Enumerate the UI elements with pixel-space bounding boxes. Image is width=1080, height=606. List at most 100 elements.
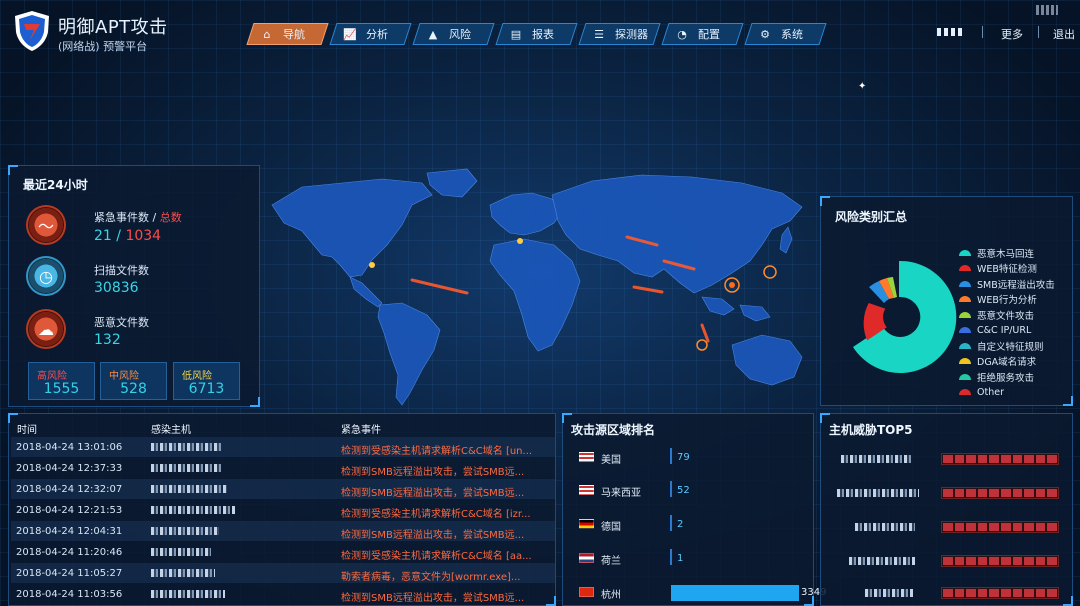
nav-label: 风险 — [449, 28, 471, 41]
list-item[interactable] — [835, 452, 1065, 468]
watermark — [1036, 5, 1058, 15]
legend-item[interactable]: DGA域名请求 — [959, 354, 1055, 370]
events-panel: 时间 感染主机 紧急事件 2018-04-24 13:01:06 检测到受感染主机… — [8, 413, 556, 606]
masked-host — [865, 589, 913, 597]
scan-label: 扫描文件数 — [94, 264, 149, 277]
summary-title: 最近24小时 — [23, 178, 88, 192]
list-item[interactable]: 杭州 3349 — [579, 583, 826, 603]
masked-host — [855, 523, 915, 531]
risk-summary-panel: 风险类别汇总 恶意木马回连 WEB特征检测 SMB远程溢出攻击 WEB行为分析 … — [820, 196, 1073, 406]
legend-item[interactable]: 恶意木马回连 — [959, 245, 1055, 261]
masked-host — [151, 527, 219, 535]
legend-item[interactable]: WEB特征检测 — [959, 261, 1055, 277]
list-item[interactable]: 马来西亚 52 — [579, 481, 819, 501]
low-risk-box[interactable]: 低风险 6713 — [173, 362, 240, 400]
list-item[interactable] — [835, 586, 1065, 602]
nav-item-config[interactable]: ◔ 配置 — [661, 23, 744, 45]
masked-host — [841, 455, 913, 463]
list-item[interactable] — [835, 554, 1065, 570]
list-item[interactable]: 美国 79 — [579, 448, 819, 468]
nav-item-risk[interactable]: ▲ 风险 — [412, 23, 495, 45]
medium-risk-box[interactable]: 中风险 528 — [100, 362, 167, 400]
chart-icon: 📈 — [343, 27, 357, 41]
app-subtitle: (网络战) 预警平台 — [58, 40, 148, 53]
warning-icon: ▲ — [428, 27, 438, 41]
masked-host — [151, 443, 223, 451]
nav-item-report[interactable]: ▤ 报表 — [495, 23, 578, 45]
logout-link[interactable]: 退出 — [1053, 26, 1075, 42]
events-table-body: 2018-04-24 13:01:06 检测到受感染主机请求解析C&C域名 [un… — [11, 437, 555, 605]
threat-bar — [941, 587, 1059, 599]
table-row[interactable]: 2018-04-24 12:04:31 检测到SMB远程溢出攻击，尝试SMB远..… — [11, 521, 555, 541]
masked-host — [151, 569, 215, 577]
nav-item-navigation[interactable]: ⌂ 导航 — [246, 23, 329, 45]
gear-icon: ⚙ — [760, 27, 770, 41]
low-risk-value: 6713 — [188, 381, 225, 397]
us-flag-icon — [579, 452, 594, 462]
table-row[interactable]: 2018-04-24 11:05:27 勒索者病毒，恶意文件为[wormr.exe… — [11, 563, 555, 583]
virus-icon: ☁ — [26, 309, 66, 349]
masked-host — [151, 548, 211, 556]
list-item[interactable]: 荷兰 1 — [579, 549, 819, 569]
legend-item[interactable]: 拒绝服务攻击 — [959, 369, 1055, 385]
low-risk-label: 低风险 — [182, 371, 212, 382]
gauge-icon: ◷ — [26, 256, 66, 296]
app-title: 明御APT攻击 — [58, 17, 168, 38]
masked-host — [151, 506, 235, 514]
high-risk-box[interactable]: 高风险 1555 — [28, 362, 95, 400]
table-row[interactable]: 2018-04-24 12:37:33 检测到SMB远程溢出攻击，尝试SMB远..… — [11, 458, 555, 478]
nl-flag-icon — [579, 553, 594, 563]
masked-host — [151, 590, 225, 598]
my-flag-icon — [579, 485, 594, 495]
scan-count: 30836 — [94, 280, 139, 296]
nav-label: 分析 — [366, 28, 388, 41]
pie-icon: ◔ — [677, 27, 687, 41]
more-link[interactable]: 更多 — [1001, 26, 1023, 42]
main-nav: ⌂ 导航 📈 分析 ▲ 风险 ▤ 报表 ☰ 探测器 ◔ 配置 ⚙ 系统 — [246, 23, 827, 45]
table-row[interactable]: 2018-04-24 11:03:56 检测到SMB远程溢出攻击，尝试SMB远..… — [11, 584, 555, 604]
col-host: 感染主机 — [151, 425, 191, 436]
nav-item-detector[interactable]: ☰ 探测器 — [578, 23, 661, 45]
header: 明御APT攻击 (网络战) 预警平台 ⌂ 导航 📈 分析 ▲ 风险 ▤ 报表 ☰… — [0, 0, 1080, 66]
col-time: 时间 — [17, 425, 37, 436]
masked-host — [837, 489, 919, 497]
legend-item[interactable]: WEB行为分析 — [959, 292, 1055, 308]
legend-item[interactable]: 自定义特征规则 — [959, 338, 1055, 354]
risk-summary-title: 风险类别汇总 — [835, 210, 908, 224]
events-table-header: 时间 感染主机 紧急事件 — [9, 418, 555, 436]
sliders-icon: ☰ — [594, 27, 604, 41]
nav-item-system[interactable]: ⚙ 系统 — [744, 23, 827, 45]
source-ranking-title: 攻击源区域排名 — [571, 423, 656, 437]
urgent-count: 21 / 1034 — [94, 228, 162, 244]
pulse-icon: 〜 — [26, 205, 66, 245]
home-icon: ⌂ — [263, 27, 271, 41]
masked-host — [151, 464, 221, 472]
risk-donut-chart — [853, 260, 957, 373]
medium-risk-value: 528 — [120, 381, 147, 397]
threat-bar — [941, 453, 1059, 465]
table-row[interactable]: 2018-04-24 12:32:07 检测到SMB远程溢出攻击，尝试SMB远..… — [11, 479, 555, 499]
table-row[interactable]: 2018-04-24 12:21:53 检测到受感染主机请求解析C&C域名 [iz… — [11, 500, 555, 520]
table-row[interactable]: 2018-04-24 13:01:06 检测到受感染主机请求解析C&C域名 [un… — [11, 437, 555, 457]
legend-item[interactable]: SMB远程溢出攻击 — [959, 276, 1055, 292]
legend-item[interactable]: 恶意文件攻击 — [959, 307, 1055, 323]
risk-legend: 恶意木马回连 WEB特征检测 SMB远程溢出攻击 WEB行为分析 恶意文件攻击 … — [959, 245, 1055, 400]
legend-item[interactable]: C&C IP/URL — [959, 323, 1055, 339]
list-item[interactable] — [835, 520, 1065, 536]
list-item[interactable] — [835, 486, 1065, 502]
continents — [271, 168, 803, 406]
user-name-masked[interactable] — [937, 28, 963, 36]
nav-label: 导航 — [283, 28, 305, 41]
legend-item[interactable]: Other — [959, 385, 1055, 401]
table-row[interactable]: 2018-04-24 11:20:46 检测到受感染主机请求解析C&C域名 [aa… — [11, 542, 555, 562]
nav-label: 配置 — [698, 28, 720, 41]
col-event: 紧急事件 — [341, 425, 381, 436]
urgent-label: 紧急事件数 / 总数 — [94, 211, 182, 224]
nav-label: 系统 — [781, 28, 803, 41]
nav-label: 报表 — [532, 28, 554, 41]
shield-logo-icon — [15, 11, 49, 51]
masked-host — [849, 557, 915, 565]
high-risk-label: 高风险 — [37, 371, 67, 382]
list-item[interactable]: 德国 2 — [579, 515, 819, 535]
nav-item-analysis[interactable]: 📈 分析 — [329, 23, 412, 45]
